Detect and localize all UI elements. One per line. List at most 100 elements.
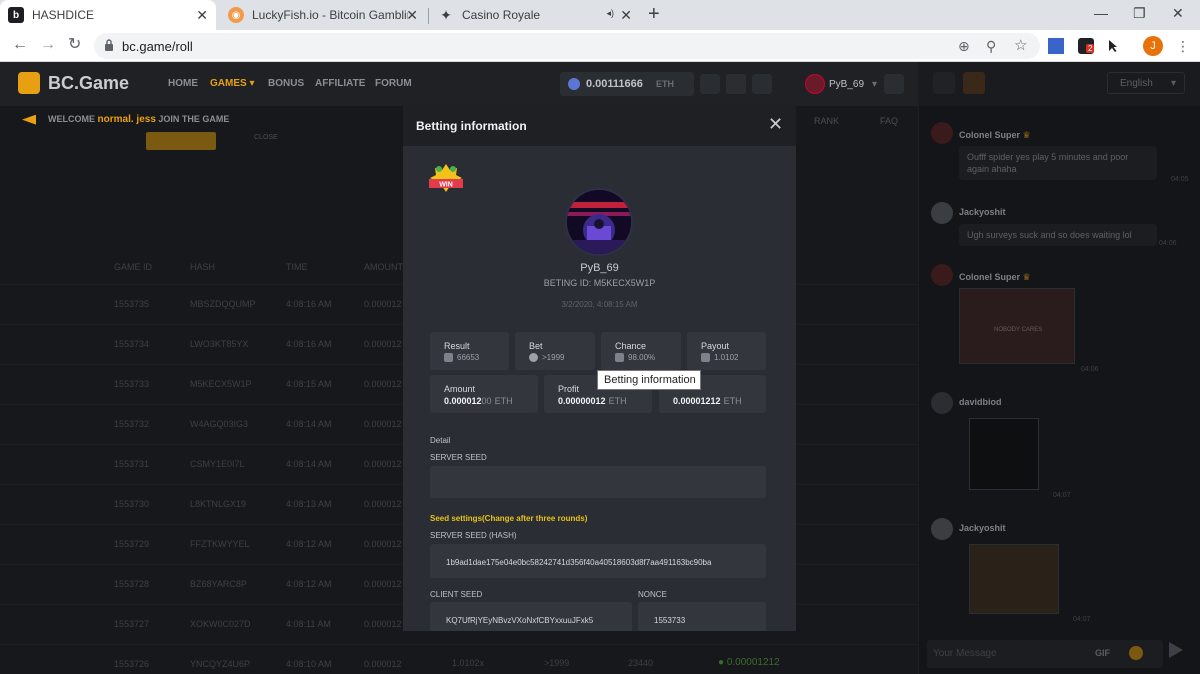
chat-input[interactable]: Your Message GIF <box>927 640 1163 668</box>
nav-games[interactable]: GAMES ▾ <box>210 78 254 89</box>
crown-icon: ♛ <box>1022 130 1031 140</box>
chat-toggle-icon[interactable] <box>884 74 904 94</box>
nav-home[interactable]: HOME <box>168 78 198 89</box>
cell-amount: 0.000012 <box>364 459 402 469</box>
stat-payout-value: 1.0102 <box>701 353 738 362</box>
cell-id: 1553733 <box>114 379 150 389</box>
server-seed-field[interactable] <box>430 466 766 498</box>
balance-amount: 0.00111666 <box>586 78 643 90</box>
cell-time: 4:08:14 AM <box>286 419 332 429</box>
tab-close-icon[interactable]: ✕ <box>620 7 632 23</box>
mail-icon[interactable] <box>752 74 772 94</box>
stat-payout-label: Payout <box>701 341 730 351</box>
balance-unit: ETH <box>656 79 674 89</box>
flame-icon[interactable] <box>963 72 985 94</box>
server-seed-hash-field[interactable]: 1b9ad1dae175e04e0bc58242741d356f40a40518… <box>430 544 766 578</box>
tab-audio-icon[interactable]: ◂) <box>606 8 614 19</box>
concert-avatar-image <box>567 190 631 254</box>
minimize-icon[interactable]: — <box>1094 5 1108 21</box>
tab-close-icon[interactable]: ✕ <box>196 7 208 23</box>
chat-username[interactable]: Jackyoshit <box>959 523 1006 533</box>
luckyfish-favicon-icon: ◉ <box>228 7 244 23</box>
chevron-down-icon: ▾ <box>872 78 878 90</box>
nav-affiliate[interactable]: AFFILIATE <box>315 78 365 89</box>
cell-amount: 0.000012 <box>364 379 402 389</box>
kebab-menu-icon[interactable]: ⋮ <box>1176 37 1190 55</box>
site-logo[interactable]: BC.Game <box>18 72 129 94</box>
wallet-balance[interactable]: 0.00111666 ETH <box>560 72 694 96</box>
nonce-label: NONCE <box>638 590 667 599</box>
win-badge-text: WIN <box>439 182 453 189</box>
tab-luckyfish[interactable]: ◉ LuckyFish.io - Bitcoin Gambling S ✕ <box>220 0 426 30</box>
zoom-icon[interactable]: ⚲ <box>986 37 996 55</box>
nav-bonus[interactable]: BONUS <box>268 78 304 89</box>
notification-bell-icon[interactable] <box>726 74 746 94</box>
add-circle-icon[interactable]: ⊕ <box>958 37 970 55</box>
nonce-field[interactable]: 1553733 <box>638 602 766 631</box>
profile-avatar[interactable]: J <box>1143 36 1163 56</box>
cell-amount: 0.000012 <box>364 619 402 629</box>
bet-datetime: 3/2/2020, 4:08:15 AM <box>561 300 638 309</box>
chat-meme-image[interactable]: NOBODY CARES <box>959 288 1075 364</box>
extension-badge-icon[interactable]: 2 <box>1078 38 1095 54</box>
cell-hash: LWO3KT85YX <box>190 339 249 349</box>
eth-coin-icon <box>568 78 580 90</box>
rank-link[interactable]: RANK <box>814 116 839 126</box>
address-bar[interactable]: bc.game/roll <box>94 33 1040 59</box>
emoji-icon[interactable] <box>1129 646 1143 660</box>
tab-title: LuckyFish.io - Bitcoin Gambling S <box>252 8 408 22</box>
chat-avatar[interactable] <box>931 392 953 414</box>
nav-forum[interactable]: FORUM <box>375 78 412 89</box>
stat-total-value: 0.00001212 ETH <box>673 396 742 406</box>
reload-icon[interactable]: ↻ <box>68 36 81 54</box>
server-seed-label: SERVER SEED <box>430 453 487 462</box>
chat-avatar[interactable] <box>931 518 953 540</box>
chat-avatar[interactable] <box>931 202 953 224</box>
new-tab-button[interactable]: + <box>648 4 660 24</box>
chat-avatar[interactable] <box>931 264 953 286</box>
forward-arrow-icon[interactable]: → <box>40 36 56 54</box>
back-arrow-icon[interactable]: ← <box>12 36 28 54</box>
music-icon[interactable] <box>933 72 955 94</box>
bookmark-star-icon[interactable]: ☆ <box>1014 37 1027 55</box>
cell-hash: M5KECX5W1P <box>190 379 252 389</box>
chat-time: 04:05 <box>1171 176 1189 183</box>
deposit-icon[interactable] <box>700 74 720 94</box>
language-label: English <box>1120 78 1153 89</box>
cell-id: 1553732 <box>114 419 150 429</box>
welcome-suffix: JOIN THE GAME <box>158 114 230 124</box>
restore-icon[interactable]: ❐ <box>1133 5 1146 22</box>
chat-username[interactable]: Colonel Super ♛ <box>959 130 1031 141</box>
cell-amount: 0.000012 <box>364 299 402 309</box>
window-close-icon[interactable]: ✕ <box>1172 5 1184 22</box>
cell-amount: 0.000012 <box>364 499 402 509</box>
cursor-extension-icon[interactable] <box>1106 38 1122 54</box>
stat-bet-value: >1999 <box>529 353 564 362</box>
tab-hashdice[interactable]: b HASHDICE ✕ <box>0 0 216 30</box>
client-seed-field[interactable]: KQ7UfRjYEyNBvzVXoNxfCBYxxuuJFxk5 <box>430 602 632 631</box>
gif-button[interactable]: GIF <box>1095 648 1110 658</box>
chat-username[interactable]: davidbiod <box>959 397 1002 407</box>
user-menu[interactable]: PyB_69 ▾ <box>805 74 877 94</box>
cell-id: 1553727 <box>114 619 150 629</box>
chat-photo-image[interactable] <box>969 544 1059 614</box>
send-icon[interactable] <box>1169 642 1183 658</box>
chat-gif-image[interactable] <box>969 418 1039 490</box>
language-select[interactable]: English ▾ <box>1107 72 1185 94</box>
play-button[interactable] <box>146 132 216 150</box>
tab-close-icon[interactable]: ✕ <box>406 7 418 23</box>
chat-username[interactable]: Colonel Super ♛ <box>959 272 1031 283</box>
header-username: PyB_69 <box>829 78 865 90</box>
amount-main: 0.000012 <box>444 396 482 406</box>
profit-unit: ETH <box>608 396 627 406</box>
chat-avatar[interactable] <box>931 122 953 144</box>
cell-hash: YNCQYZ4U6P <box>190 659 251 669</box>
close-icon[interactable]: ✕ <box>768 115 783 133</box>
close-label[interactable]: CLOSE <box>254 134 278 141</box>
extension-icon[interactable] <box>1048 38 1064 54</box>
cell-amount: 0.000012 <box>364 539 402 549</box>
stat-bet-number: >1999 <box>542 353 565 362</box>
tab-casino-royale[interactable]: ✦ Casino Royale ◂) ✕ <box>430 0 640 30</box>
chat-username[interactable]: Jackyoshit <box>959 207 1006 217</box>
faq-link[interactable]: FAQ <box>880 116 898 126</box>
